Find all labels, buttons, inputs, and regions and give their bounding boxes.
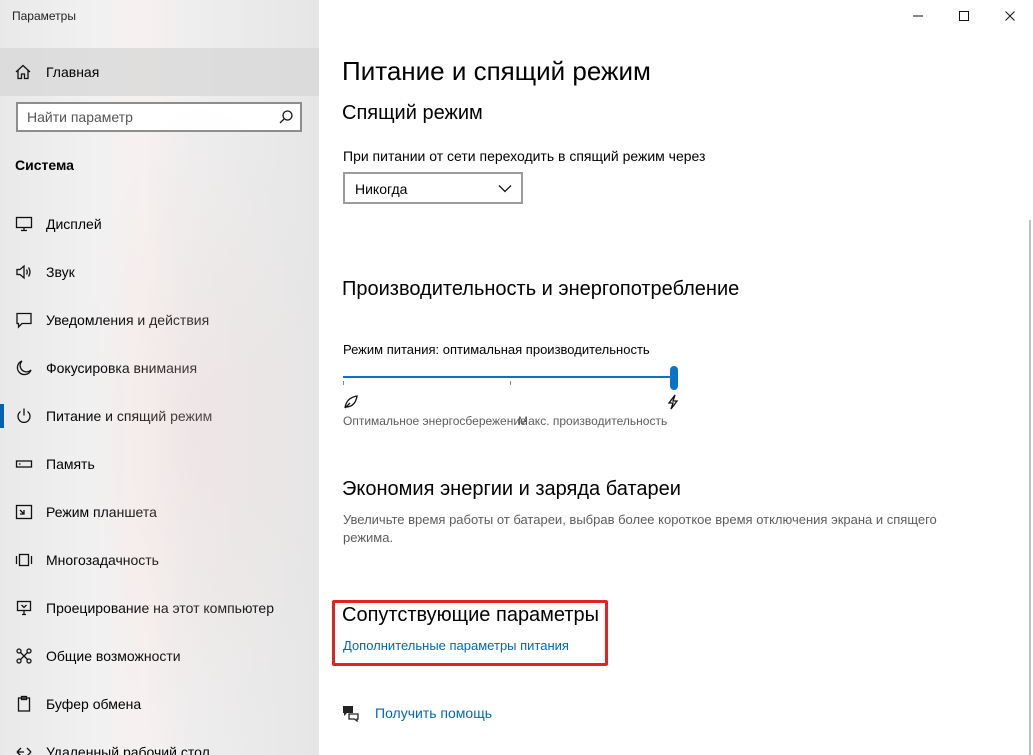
close-button[interactable] (987, 0, 1033, 32)
slider-tick (343, 381, 344, 385)
slider-thumb[interactable] (670, 366, 678, 390)
related-settings-heading: Сопутствующие параметры (342, 604, 600, 626)
help-chat-icon (343, 706, 359, 722)
sidebar-item-label: Питание и спящий режим (46, 408, 213, 424)
multitasking-icon (15, 551, 33, 569)
sidebar-item-display[interactable]: Дисплей (0, 200, 319, 248)
maximize-icon (959, 11, 969, 21)
battery-heading: Экономия энергии и заряда батареи (342, 478, 681, 500)
sidebar-item-label: Проецирование на этот компьютер (46, 600, 274, 616)
power-mode-slider[interactable] (343, 365, 681, 390)
home-label: Главная (46, 64, 100, 80)
slider-left-label: Оптимальное энергосбережение (343, 414, 527, 428)
sidebar-item-power-sleep[interactable]: Питание и спящий режим (0, 392, 319, 440)
projecting-icon (15, 599, 33, 617)
sidebar-item-label: Многозадачность (46, 552, 159, 568)
sidebar-item-label: Дисплей (46, 216, 102, 232)
sidebar-item-label: Звук (46, 264, 75, 280)
search-box[interactable] (16, 102, 302, 132)
sleep-heading: Спящий режим (342, 102, 483, 124)
sidebar-item-label: Уведомления и действия (46, 312, 210, 328)
notification-icon (15, 311, 33, 329)
sidebar-item-projecting[interactable]: Проецирование на этот компьютер (0, 584, 319, 632)
sidebar-item-label: Общие возможности (46, 648, 181, 664)
home-button[interactable]: Главная (0, 48, 319, 96)
shared-experiences-icon (15, 647, 33, 665)
sidebar-item-tablet-mode[interactable]: Режим планшета (0, 488, 319, 536)
app-title: Параметры (12, 9, 76, 23)
home-icon (14, 63, 32, 81)
get-help-row[interactable]: Получить помощь (341, 702, 541, 726)
tablet-icon (15, 503, 33, 521)
sidebar-item-focus-assist[interactable]: Фокусировка внимания (0, 344, 319, 392)
search-input[interactable] (18, 104, 277, 130)
moon-icon (15, 359, 33, 377)
section-title: Система (15, 157, 74, 173)
window-controls (895, 0, 1033, 32)
close-icon (1005, 11, 1015, 21)
storage-icon (15, 455, 33, 473)
sidebar-item-label: Фокусировка внимания (46, 360, 198, 376)
minimize-button[interactable] (895, 0, 941, 32)
page-title: Питание и спящий режим (342, 56, 651, 86)
sidebar-item-shared-experiences[interactable]: Общие возможности (0, 632, 319, 680)
battery-description-line2: режима. (343, 530, 394, 545)
sidebar-item-clipboard[interactable]: Буфер обмена (0, 680, 319, 728)
sidebar-item-sound[interactable]: Звук (0, 248, 319, 296)
sleep-timeout-dropdown[interactable]: Никогда (343, 172, 523, 204)
power-icon (15, 407, 33, 425)
performance-heading: Производительность и энергопотребление (342, 278, 740, 300)
maximize-button[interactable] (941, 0, 987, 32)
power-mode-label: Режим питания: оптимальная производитель… (343, 342, 650, 357)
dropdown-value: Никогда (355, 181, 408, 197)
slider-track[interactable] (343, 376, 677, 378)
remote-desktop-icon (15, 743, 33, 755)
sidebar-item-label: Буфер обмена (46, 696, 142, 712)
leaf-battery-saver-icon (343, 394, 359, 410)
display-icon (15, 215, 33, 233)
sidebar-item-notifications[interactable]: Уведомления и действия (0, 296, 319, 344)
minimize-icon (913, 15, 923, 17)
slider-tick (510, 381, 511, 385)
sleep-label: При питании от сети переходить в спящий … (343, 148, 706, 164)
sidebar-item-label: Удаленный рабочий стол (46, 744, 210, 755)
clipboard-icon (15, 695, 33, 713)
battery-description: Увеличьте время работы от батареи, выбра… (343, 512, 937, 527)
sidebar: Параметры Главная Система Дисплей Звук (0, 0, 319, 755)
slider-right-label: Макс. производительность (518, 414, 668, 428)
additional-power-settings-link[interactable]: Дополнительные параметры питания (343, 638, 569, 653)
sidebar-item-remote-desktop[interactable]: Удаленный рабочий стол (0, 728, 319, 755)
search-icon[interactable] (278, 109, 294, 125)
sidebar-item-storage[interactable]: Память (0, 440, 319, 488)
sidebar-item-label: Память (46, 456, 95, 472)
lightning-icon (665, 394, 681, 410)
sidebar-item-multitasking[interactable]: Многозадачность (0, 536, 319, 584)
sidebar-item-label: Режим планшета (46, 504, 157, 520)
chevron-down-icon (498, 185, 512, 193)
speaker-icon (15, 263, 33, 281)
get-help-link[interactable]: Получить помощь (375, 705, 492, 721)
scrollbar[interactable] (1029, 220, 1031, 755)
sidebar-nav: Дисплей Звук Уведомления и действия Фоку… (0, 200, 319, 755)
main-content: Питание и спящий режим Спящий режим При … (319, 0, 1033, 755)
